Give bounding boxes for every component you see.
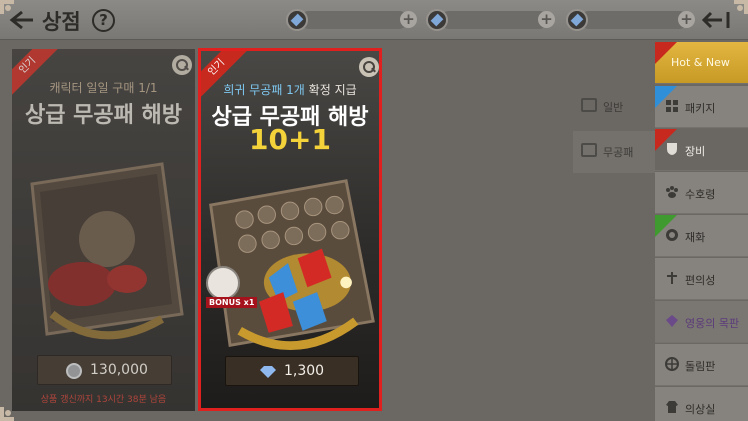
currency-icon (666, 229, 678, 241)
package-icon (666, 100, 678, 112)
category-label: 수호령 (685, 188, 716, 201)
subtab-label: 일반 (603, 101, 624, 114)
category-currency[interactable]: 재화 (655, 215, 748, 257)
page-title: 상점 (42, 10, 81, 34)
zoom-icon[interactable] (172, 55, 192, 75)
ornament-corner (734, 0, 748, 14)
tablet-icon (581, 143, 597, 157)
ornament-corner (0, 0, 14, 14)
currency-bar-1 (300, 11, 408, 29)
category-label: 영웅의 목판 (685, 317, 740, 330)
add-currency-button[interactable]: + (538, 11, 555, 28)
product-card-bundle[interactable]: 인기 희귀 무공패 1개 확정 지급 상급 무공패 해방 10+1 BONUS … (198, 48, 382, 411)
category-label: Hot & New (671, 56, 730, 69)
price-value: 130,000 (90, 362, 148, 378)
bundle-count: 10+1 (249, 123, 331, 156)
chest-artwork (209, 179, 375, 350)
bonus-text: BONUS (209, 298, 241, 307)
wheel-icon (665, 357, 679, 371)
wardrobe-icon (666, 401, 678, 413)
subtab-label: 무공패 (603, 146, 634, 159)
bonus-multiplier: x1 (243, 298, 255, 307)
category-label: 돌림판 (685, 360, 716, 373)
category-label: 패키지 (685, 102, 716, 115)
product-card-daily[interactable]: 인기 캐릭터 일일 구매 1/1 상급 무공패 해방 130,000 상품 갱신… (12, 49, 195, 411)
currency-bar-3 (580, 11, 688, 29)
book-icon (581, 98, 597, 112)
woodblock-icon (666, 315, 678, 327)
price-button[interactable]: 1,300 (225, 356, 359, 386)
category-guardian[interactable]: 수호령 (655, 172, 748, 214)
subtab-general[interactable]: 일반 (573, 86, 655, 128)
blue-gem-icon (426, 9, 448, 31)
top-bar: 상점 ? + + + (0, 0, 748, 40)
card-subtitle: 캐릭터 일일 구매 1/1 (49, 81, 158, 95)
category-label: 의상실 (685, 403, 716, 416)
convenience-icon (667, 272, 677, 284)
category-equipment[interactable]: 장비 (655, 129, 748, 171)
subtab-mugongpae[interactable]: 무공패 (573, 131, 655, 173)
price-value: 1,300 (284, 363, 325, 379)
chest-artwork (30, 162, 184, 340)
subtitle-highlight: 희귀 무공패 1개 (223, 83, 305, 97)
restock-timer: 상품 갱신까지 13시간 38분 남음 (40, 395, 167, 405)
blue-gem-icon (286, 9, 308, 31)
coin-icon (566, 9, 588, 31)
card-title: 상급 무공패 해방 (25, 103, 182, 128)
bonus-chest-icon (206, 266, 240, 300)
blue-gem-icon (260, 366, 276, 378)
add-currency-button[interactable]: + (678, 11, 695, 28)
category-label: 재화 (685, 231, 706, 244)
equipment-icon (667, 143, 677, 155)
currency-bar-2 (440, 11, 548, 29)
category-woodblock[interactable]: 영웅의 목판 (655, 301, 748, 343)
category-hot-new[interactable]: Hot & New (655, 42, 748, 84)
category-convenience[interactable]: 편의성 (655, 258, 748, 300)
category-label: 장비 (685, 145, 706, 158)
price-button[interactable]: 130,000 (37, 355, 172, 385)
paw-icon (666, 186, 678, 198)
subtitle-rest: 확정 지급 (304, 83, 357, 97)
category-package[interactable]: 패키지 (655, 86, 748, 128)
card-subtitle: 희귀 무공패 1개 확정 지급 (201, 81, 379, 98)
category-wardrobe[interactable]: 의상실 (655, 387, 748, 421)
bonus-label: BONUS x1 (206, 297, 258, 308)
zoom-icon[interactable] (359, 57, 379, 77)
category-label: 편의성 (685, 274, 716, 287)
category-wheel[interactable]: 돌림판 (655, 344, 748, 386)
help-icon[interactable]: ? (92, 9, 115, 32)
add-currency-button[interactable]: + (400, 11, 417, 28)
silver-coin-icon (66, 363, 82, 379)
